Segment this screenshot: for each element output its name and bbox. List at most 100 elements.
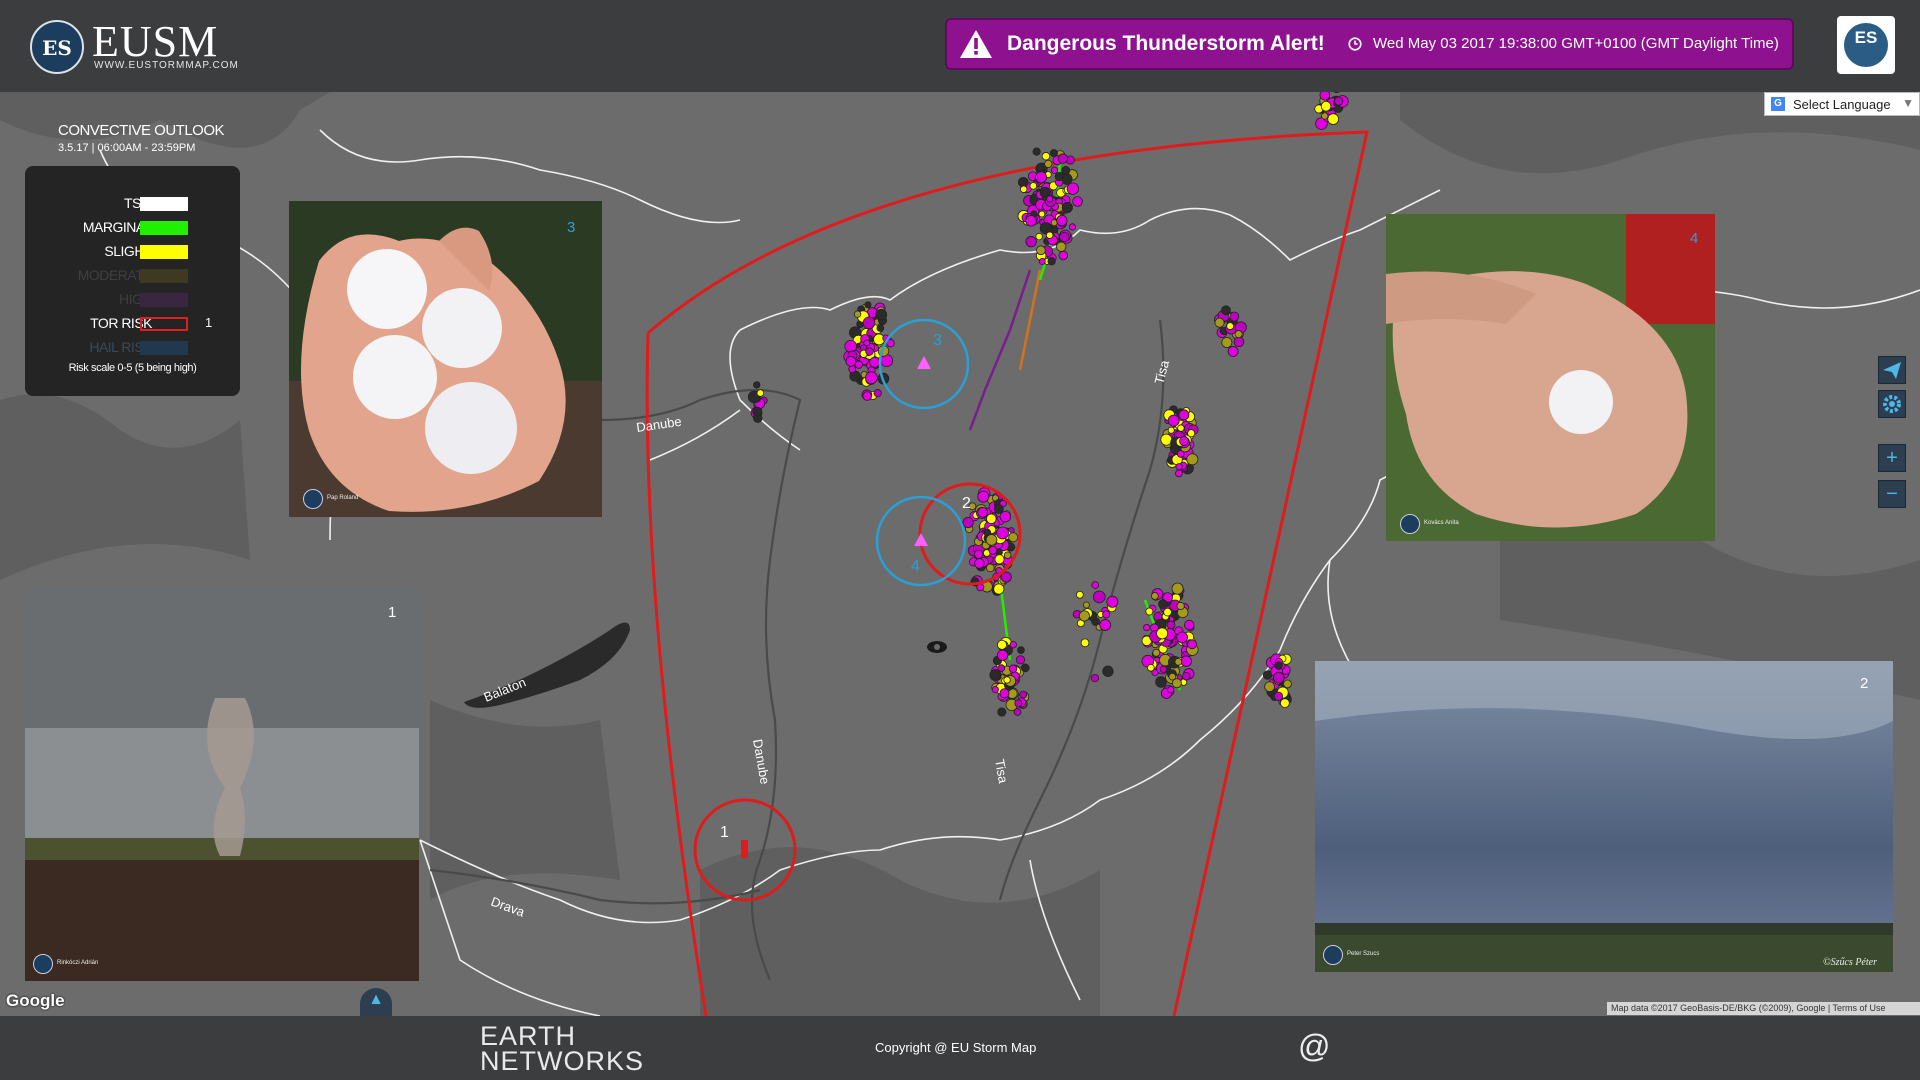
lightning-dot	[1174, 657, 1183, 666]
legend-swatch	[140, 269, 188, 283]
legend-swatch	[140, 245, 188, 259]
label-tisa-north: Tisa	[1151, 358, 1172, 386]
lightning-dot	[1143, 623, 1151, 632]
alert-timestamp: Wed May 03 2017 19:38:00 GMT+0100 (GMT D…	[1373, 35, 1779, 52]
hail-marker-3[interactable]	[878, 318, 970, 410]
lightning-dot	[977, 490, 990, 503]
lightning-dot	[991, 685, 999, 694]
lightning-dot	[1177, 424, 1185, 432]
earth-networks-logo[interactable]: EARTH NETWORKS	[480, 1023, 644, 1075]
lightning-dot	[1003, 551, 1012, 559]
photo-credit: Rinkóczi Adrián	[57, 960, 99, 966]
lightning-dot	[985, 534, 998, 546]
photo-hail-3[interactable]: 3 Pap Roland	[289, 201, 602, 517]
plus-icon: +	[1886, 447, 1898, 469]
zoom-in-button[interactable]: +	[1878, 444, 1906, 472]
lightning-dot	[993, 583, 1005, 595]
lightning-dot	[1187, 639, 1197, 650]
lightning-dot	[1264, 681, 1275, 693]
eye-icon[interactable]	[927, 641, 947, 653]
lightning-dot	[848, 365, 857, 374]
lightning-dot	[1056, 214, 1068, 227]
lightning-dot	[988, 545, 998, 555]
alert-title: Dangerous Thunderstorm Alert!	[1007, 32, 1325, 55]
lightning-dot	[1099, 619, 1112, 631]
lightning-dot	[875, 308, 888, 321]
settings-button[interactable]	[1878, 390, 1906, 418]
map-attribution[interactable]: Map data ©2017 GeoBasis-DE/BKG (©2009), …	[1607, 1002, 1920, 1015]
lightning-dot	[854, 360, 864, 369]
photo-tornado-1[interactable]: 1 Rinkóczi Adrián	[25, 588, 419, 981]
photo-hail-4[interactable]: 4 Kovács Anita	[1386, 214, 1715, 541]
lightning-dot	[999, 510, 1012, 523]
lightning-dot	[1078, 610, 1090, 622]
eusm-badge-icon[interactable]: ES	[1837, 16, 1895, 74]
label-danube-south: Danube	[750, 738, 773, 785]
lightning-dot	[1050, 166, 1059, 174]
photo-credit: Pap Roland	[327, 495, 359, 501]
lightning-dot	[1227, 345, 1239, 357]
lightning-dot	[862, 391, 872, 401]
lightning-dot	[1047, 257, 1056, 266]
eusm-logo-icon[interactable]: ES	[30, 20, 84, 74]
lightning-dot	[1167, 686, 1175, 694]
lightning-dot	[1020, 185, 1028, 193]
chevron-down-icon: ▼	[1902, 96, 1914, 110]
lightning-dot	[1171, 582, 1184, 595]
lightning-dot	[1020, 663, 1030, 673]
lightning-dot	[1008, 532, 1019, 543]
lightning-dot	[1187, 429, 1196, 438]
scroll-up-button[interactable]: ▲	[360, 988, 392, 1016]
eusm-credit-icon	[303, 489, 323, 509]
lightning-dot	[1186, 453, 1199, 466]
lightning-dot	[752, 406, 763, 417]
clock-icon	[1348, 37, 1362, 51]
lightning-dot	[1160, 433, 1173, 446]
lightning-dot	[864, 301, 872, 309]
lightning-dot	[1151, 592, 1159, 600]
marker-label-1: 1	[720, 824, 729, 841]
lightning-dot	[845, 355, 857, 367]
lightning-dot	[997, 707, 1007, 717]
language-select[interactable]: G Select Language ▼	[1764, 92, 1920, 116]
lightning-dot	[1167, 426, 1175, 434]
photo-supercell-2[interactable]: 2 Peter Szucs ©Szűcs Péter	[1315, 661, 1893, 972]
hail-photo-image	[289, 201, 602, 517]
lightning-dot	[1102, 610, 1111, 619]
lightning-dot	[1013, 708, 1022, 716]
lightning-dot	[1178, 409, 1190, 421]
lightning-dot	[1163, 607, 1172, 617]
lightning-dot	[1061, 166, 1071, 175]
lightning-dot	[869, 356, 881, 368]
lightning-dot	[974, 549, 984, 559]
lightning-dot	[1234, 330, 1243, 339]
photo-watermark: ©Szűcs Péter	[1823, 957, 1877, 968]
lightning-dot	[873, 389, 882, 398]
lightning-dot	[876, 324, 885, 332]
lightning-dot	[1176, 450, 1185, 458]
google-logo: Google	[6, 991, 65, 1010]
lightning-dot	[1032, 147, 1041, 156]
lightning-dot	[1059, 231, 1070, 243]
photo-credit: Kovács Anita	[1424, 520, 1459, 526]
zoom-out-button[interactable]: −	[1878, 480, 1906, 508]
lightning-dot	[1091, 581, 1100, 589]
lightning-dot	[1280, 698, 1290, 709]
contact-email-icon[interactable]: @	[1298, 1030, 1330, 1062]
thunderstorm-alert-banner[interactable]: Dangerous Thunderstorm Alert! Wed May 03…	[945, 18, 1794, 70]
hail-marker-4[interactable]	[875, 495, 967, 587]
lightning-dot	[1168, 672, 1177, 681]
warning-icon	[960, 30, 992, 58]
lightning-dot	[1054, 172, 1064, 182]
share-button[interactable]	[1878, 356, 1906, 384]
photo-number: 4	[1690, 230, 1699, 247]
lightning-dot	[1183, 619, 1195, 631]
lightning-dot	[1061, 201, 1073, 213]
legend-swatch	[140, 293, 188, 307]
legend-note: Risk scale 0-5 (5 being high)	[68, 362, 197, 374]
lightning-dot	[1068, 223, 1077, 231]
copyright-text: Copyright @ EU Storm Map	[875, 1040, 1037, 1055]
lightning-dot	[1320, 100, 1332, 112]
gear-icon	[1883, 395, 1901, 413]
label-drava: Drava	[489, 894, 527, 920]
